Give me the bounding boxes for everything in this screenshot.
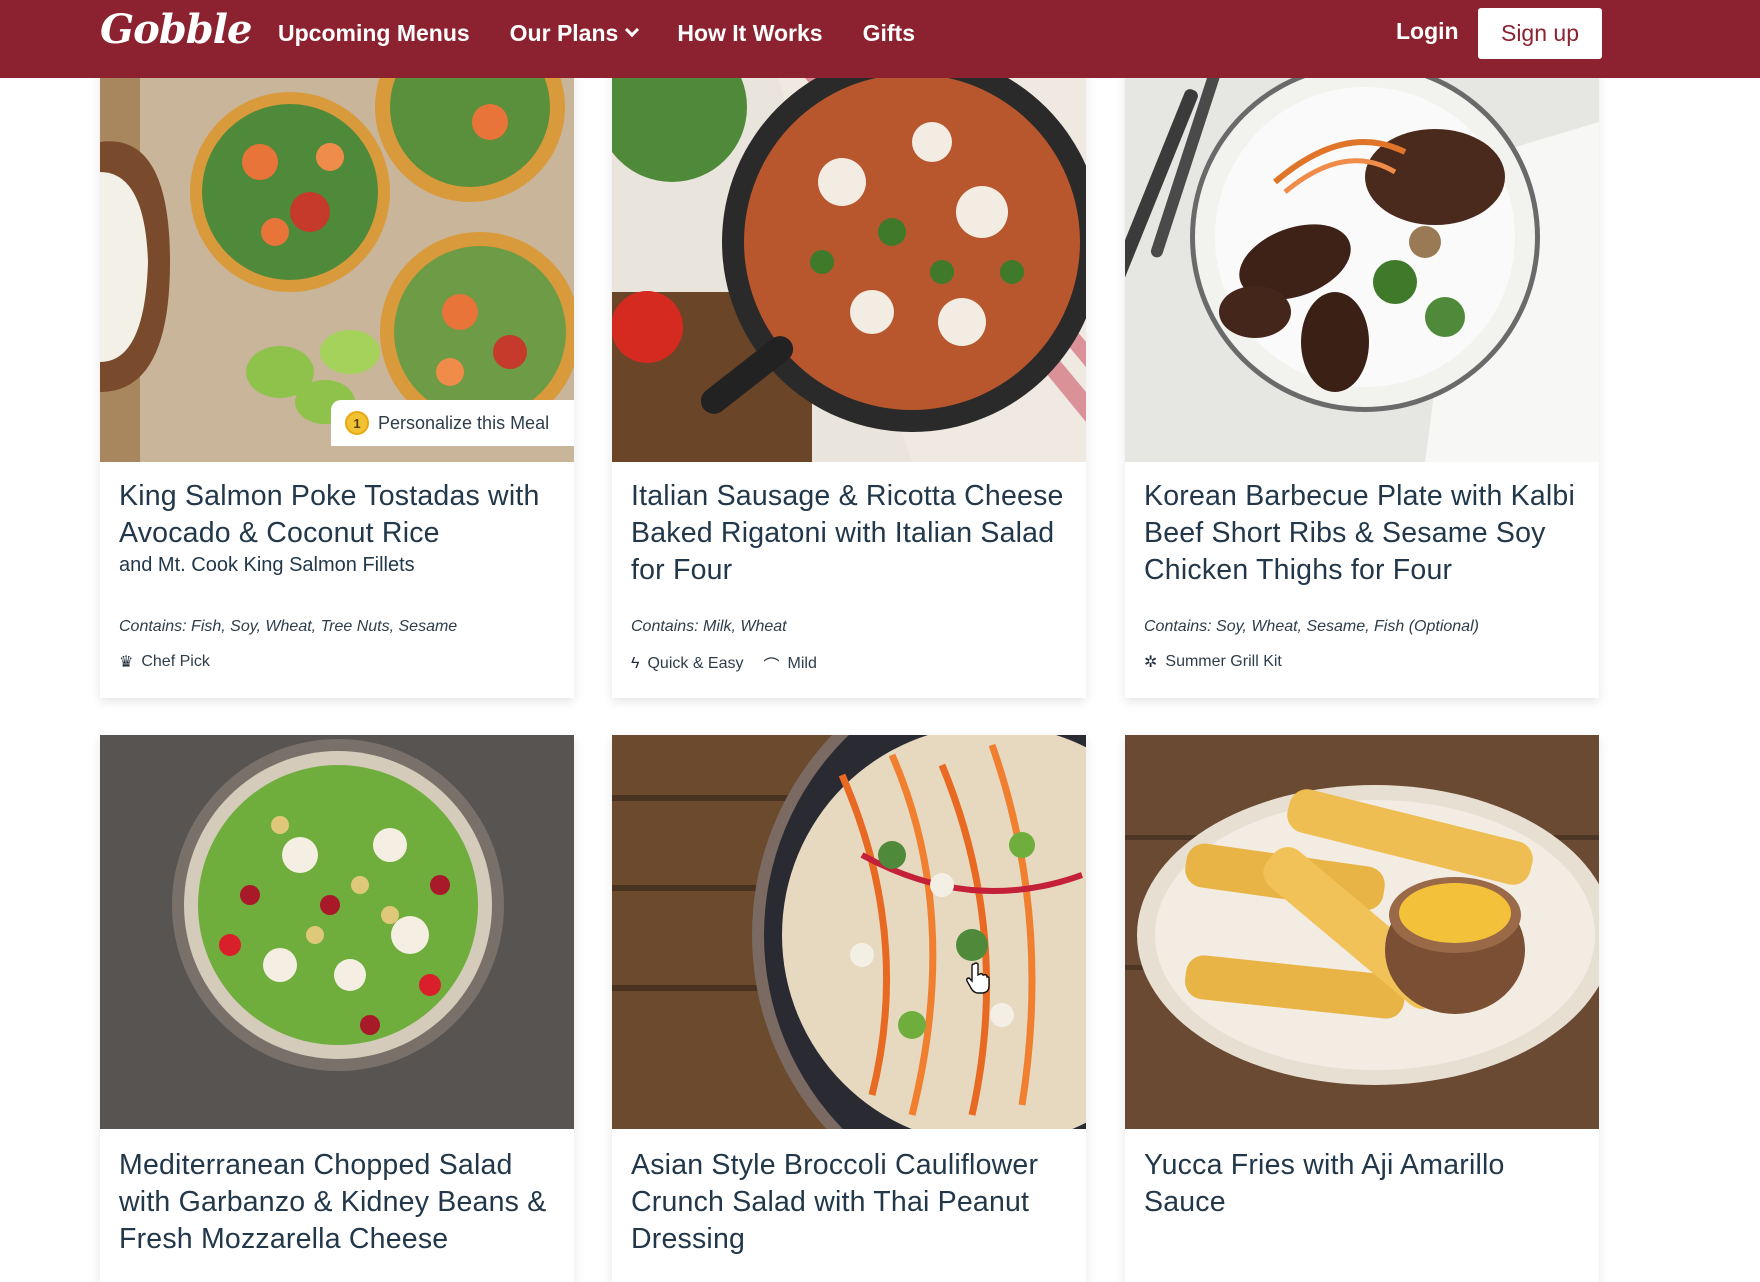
meal-title: King Salmon Poke Tostadas with Avocado &… — [119, 480, 540, 549]
tag-summer-grill-kit: ✲ Summer Grill Kit — [1144, 652, 1282, 672]
meal-card-body: Italian Sausage & Ricotta Cheese Baked R… — [612, 478, 1086, 589]
meal-photo-korean-bbq — [1125, 62, 1599, 462]
meal-allergens: Contains: Soy, Wheat, Sesame, Fish (Opti… — [1144, 618, 1479, 635]
tag-label: Chef Pick — [141, 653, 210, 670]
personalize-meal-button[interactable]: 1 Personalize this Meal — [331, 400, 574, 446]
meal-photo-broccoli-salad — [612, 735, 1086, 1129]
meal-card-body: Korean Barbecue Plate with Kalbi Beef Sh… — [1125, 478, 1599, 589]
meal-title: Mediterranean Chopped Salad with Garbanz… — [119, 1149, 547, 1255]
nav-upcoming-menus[interactable]: Upcoming Menus — [278, 20, 470, 47]
nav-how-it-works[interactable]: How It Works — [677, 20, 822, 47]
nav-our-plans[interactable]: Our Plans — [509, 19, 640, 47]
meal-card[interactable]: Asian Style Broccoli Cauliflower Crunch … — [612, 735, 1086, 1282]
meal-photo-mediterranean-salad — [100, 735, 574, 1129]
nav-label: Gifts — [862, 19, 915, 46]
chef-hat-icon: ♛ — [119, 654, 134, 671]
meal-card-body: Mediterranean Chopped Salad with Garbanz… — [100, 1147, 574, 1258]
nav-label: How It Works — [677, 19, 823, 46]
meal-photo-yucca-fries — [1125, 735, 1599, 1129]
personalize-count-badge: 1 — [345, 411, 369, 435]
tag-label: Quick & Easy — [647, 655, 744, 672]
meal-title: Korean Barbecue Plate with Kalbi Beef Sh… — [1144, 480, 1575, 586]
meal-subtitle: and Mt. Cook King Salmon Fillets — [119, 554, 415, 576]
meal-title: Asian Style Broccoli Cauliflower Crunch … — [631, 1149, 1039, 1255]
login-link[interactable]: Login — [1396, 18, 1459, 45]
meal-allergens: Contains: Fish, Soy, Wheat, Tree Nuts, S… — [119, 618, 458, 635]
meal-card[interactable]: Italian Sausage & Ricotta Cheese Baked R… — [612, 62, 1086, 698]
meal-card[interactable]: 1 Personalize this Meal King Salmon Poke… — [100, 62, 574, 698]
meal-tags: ♛ Chef Pick — [119, 652, 210, 672]
personalize-label: Personalize this Meal — [378, 412, 550, 433]
meal-card[interactable]: Korean Barbecue Plate with Kalbi Beef Sh… — [1125, 62, 1599, 698]
meal-card-body: King Salmon Poke Tostadas with Avocado &… — [100, 478, 574, 577]
meal-card-body: Yucca Fries with Aji Amarillo Sauce — [1125, 1147, 1599, 1221]
nav-label: Upcoming Menus — [278, 19, 470, 46]
meal-allergens: Contains: Milk, Wheat — [631, 618, 787, 635]
nav-label: Our Plans — [509, 19, 619, 46]
meal-card-body: Asian Style Broccoli Cauliflower Crunch … — [612, 1147, 1086, 1258]
lightning-icon: ϟ — [631, 655, 640, 672]
tag-label: Summer Grill Kit — [1165, 653, 1282, 670]
tag-quick-easy: ϟ Quick & Easy — [631, 652, 744, 676]
site-header: Gobble Upcoming Menus Our Plans How It W… — [0, 0, 1760, 78]
tag-chef-pick: ♛ Chef Pick — [119, 652, 210, 672]
sun-icon: ✲ — [1144, 654, 1158, 671]
meal-title: Italian Sausage & Ricotta Cheese Baked R… — [631, 480, 1064, 586]
gobble-logo[interactable]: Gobble — [100, 6, 252, 53]
meal-card[interactable]: Mediterranean Chopped Salad with Garbanz… — [100, 735, 574, 1282]
meal-card[interactable]: Yucca Fries with Aji Amarillo Sauce — [1125, 735, 1599, 1282]
meal-tags: ϟ Quick & Easy ⌒ Mild — [631, 652, 817, 676]
tag-label: Mild — [787, 655, 817, 672]
meal-title: Yucca Fries with Aji Amarillo Sauce — [1144, 1149, 1505, 1218]
chevron-down-icon — [625, 22, 640, 38]
meal-photo-rigatoni — [612, 62, 1086, 462]
meal-tags: ✲ Summer Grill Kit — [1144, 652, 1282, 672]
nav-gifts[interactable]: Gifts — [863, 20, 915, 47]
tag-mild: ⌒ Mild — [764, 652, 817, 676]
hand-cursor-icon — [966, 962, 990, 994]
signup-button[interactable]: Sign up — [1478, 8, 1602, 59]
main-nav: Upcoming Menus Our Plans How It Works Gi… — [278, 0, 915, 66]
pepper-icon: ⌒ — [763, 658, 780, 675]
